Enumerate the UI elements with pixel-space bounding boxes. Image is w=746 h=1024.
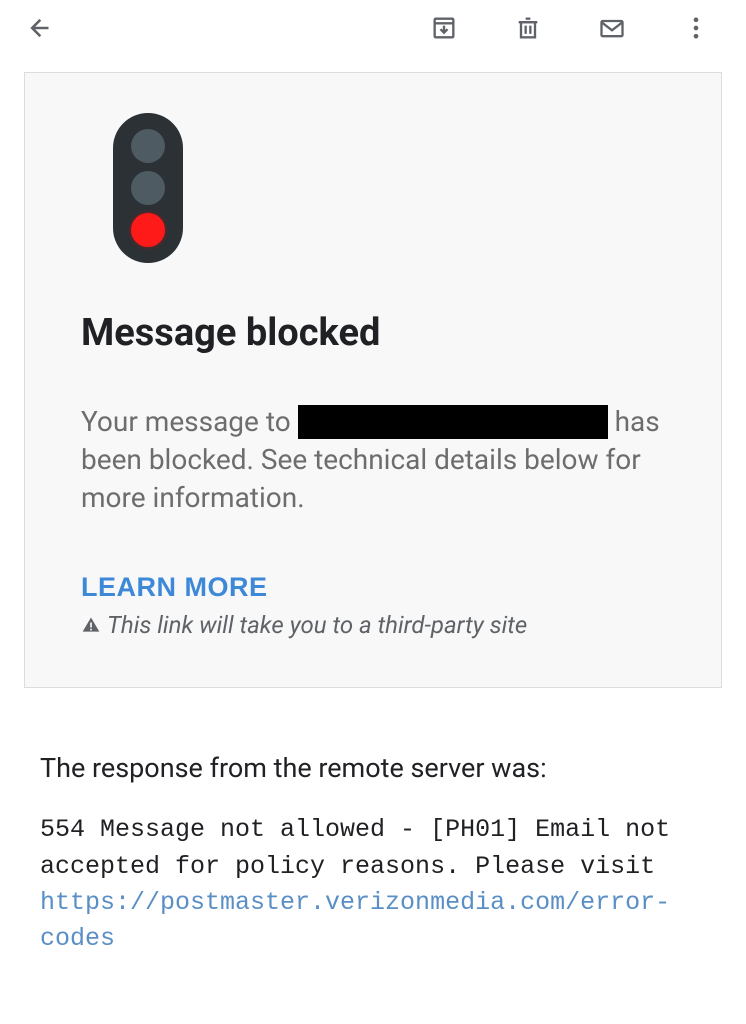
traffic-light-middle [131, 171, 165, 205]
archive-icon [430, 14, 458, 42]
traffic-light-bottom [131, 213, 165, 247]
more-button[interactable] [674, 6, 718, 50]
toolbar-right [422, 6, 730, 50]
envelope-icon [598, 14, 626, 42]
card-title: Message blocked [81, 311, 665, 355]
traffic-light-icon [113, 113, 183, 263]
archive-button[interactable] [422, 6, 466, 50]
response-link[interactable]: https://postmaster.verizonmedia.com/erro… [40, 888, 670, 953]
traffic-light-top [131, 129, 165, 163]
more-vert-icon [682, 14, 710, 42]
back-button[interactable] [16, 6, 60, 50]
card-body-text: Your message to has been blocked. See te… [81, 403, 665, 516]
arrow-back-icon [24, 14, 52, 42]
warning-triangle-icon [81, 615, 101, 635]
trash-icon [514, 14, 542, 42]
response-heading: The response from the remote server was: [40, 752, 706, 784]
response-code: 554 Message not allowed - [PH01] Email n… [40, 812, 706, 957]
toolbar-left [16, 6, 60, 50]
response-code-text: 554 Message not allowed - [PH01] Email n… [40, 815, 670, 880]
response-section: The response from the remote server was:… [0, 704, 746, 957]
learn-more-link[interactable]: LEARN MORE [81, 572, 268, 603]
message-blocked-card: Message blocked Your message to has been… [24, 72, 722, 688]
delete-button[interactable] [506, 6, 550, 50]
warning-line: This link will take you to a third-party… [81, 611, 665, 639]
card-body-prefix: Your message to [81, 405, 298, 438]
redacted-recipient [298, 405, 608, 439]
toolbar [0, 0, 746, 56]
warning-text: This link will take you to a third-party… [107, 611, 527, 639]
mark-unread-button[interactable] [590, 6, 634, 50]
